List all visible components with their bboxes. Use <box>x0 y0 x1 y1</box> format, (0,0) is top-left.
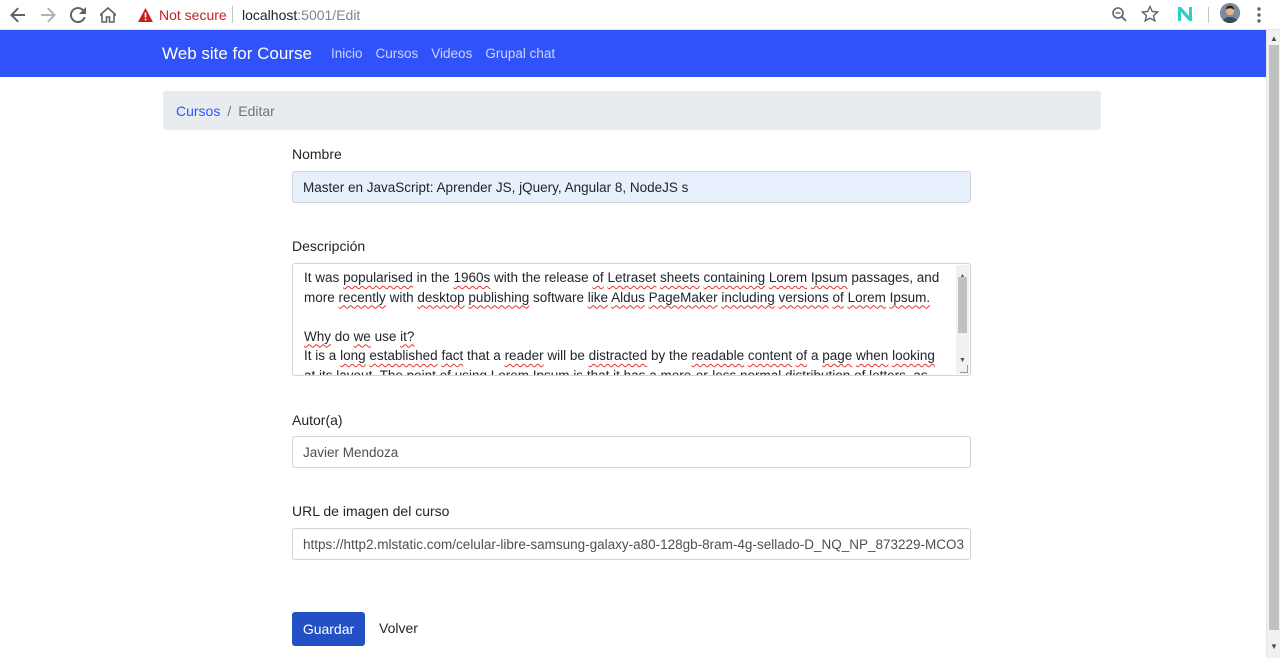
descripcion-line: It was popularised in the 1960s with the… <box>304 270 940 285</box>
not-secure-label: Not secure <box>159 7 227 23</box>
site-navbar: Web site for Course Inicio Cursos Videos… <box>0 30 1266 77</box>
page-scroll-down-icon[interactable]: ▼ <box>1270 642 1278 651</box>
page-scroll-up-icon[interactable]: ▲ <box>1270 34 1278 43</box>
home-icon[interactable] <box>96 3 120 27</box>
breadcrumb-separator: / <box>227 102 232 119</box>
profile-avatar[interactable] <box>1220 3 1240 23</box>
descripcion-line: at its layout. The point of using Lorem … <box>304 367 928 376</box>
nav-link-videos[interactable]: Videos <box>431 46 472 61</box>
star-icon[interactable] <box>1140 4 1160 23</box>
warning-icon <box>138 8 153 22</box>
page-scrollbar[interactable]: ▲ ▼ <box>1266 30 1280 658</box>
back-arrow-icon[interactable] <box>6 3 30 27</box>
url-imagen-input[interactable]: https://http2.mlstatic.com/celular-libre… <box>292 528 971 560</box>
menu-icon[interactable] <box>1252 5 1266 25</box>
textarea-scroll-thumb[interactable] <box>958 277 967 333</box>
reload-icon[interactable] <box>66 3 90 27</box>
url-divider <box>232 6 233 23</box>
nombre-input[interactable]: Master en JavaScript: Aprender JS, jQuer… <box>292 171 971 203</box>
security-indicator[interactable]: Not secure <box>138 7 227 23</box>
address-bar[interactable]: localhost:5001/Edit <box>242 7 360 23</box>
breadcrumb-active: Editar <box>238 102 275 119</box>
breadcrumb: Cursos / Editar <box>163 91 1101 130</box>
extension-icon[interactable] <box>1176 5 1194 23</box>
nav-link-grupal-chat[interactable]: Grupal chat <box>485 46 555 61</box>
descripcion-line: It is a long established fact that a rea… <box>304 348 935 363</box>
site-brand[interactable]: Web site for Course <box>162 44 312 64</box>
url-path: :5001/Edit <box>297 7 361 23</box>
volver-link[interactable]: Volver <box>379 620 418 636</box>
nav-link-cursos[interactable]: Cursos <box>376 46 419 61</box>
guardar-button[interactable]: Guardar <box>292 612 365 646</box>
url-host: localhost <box>242 7 298 23</box>
toolbar-divider <box>1208 7 1209 23</box>
descripcion-line <box>304 307 944 327</box>
nav-link-inicio[interactable]: Inicio <box>331 46 363 61</box>
descripcion-line: Why do we use it? <box>304 328 415 344</box>
page-scroll-thumb[interactable] <box>1269 45 1279 630</box>
resize-grip-icon[interactable] <box>960 365 968 373</box>
forward-arrow-icon[interactable] <box>36 3 60 27</box>
descripcion-line: more recently with desktop publishing so… <box>304 289 931 305</box>
zoom-icon[interactable] <box>1111 6 1129 24</box>
textarea-scrollbar[interactable]: ▲ ▼ <box>956 265 969 374</box>
autor-input[interactable]: Javier Mendoza <box>292 436 971 468</box>
descripcion-label: Descripción <box>292 238 366 254</box>
nav-links: Inicio Cursos Videos Grupal chat <box>331 46 568 61</box>
breadcrumb-link-cursos[interactable]: Cursos <box>176 103 220 119</box>
url-imagen-label: URL de imagen del curso <box>292 503 450 519</box>
autor-label: Autor(a) <box>292 412 343 428</box>
nombre-label: Nombre <box>292 146 342 162</box>
browser-toolbar: Not secure localhost:5001/Edit <box>0 0 1280 30</box>
descripcion-textarea[interactable]: It was popularised in the 1960s with the… <box>292 263 971 376</box>
